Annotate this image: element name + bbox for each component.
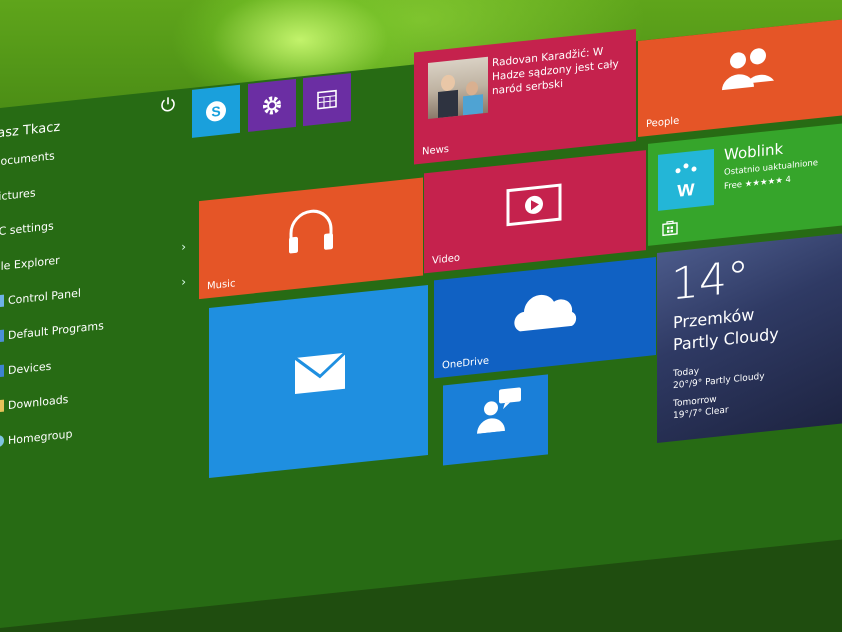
chevron-right-icon[interactable]: ›	[181, 239, 186, 254]
calendar-icon	[317, 89, 337, 110]
chevron-right-icon[interactable]: ›	[181, 274, 186, 289]
tile-skype[interactable]: S	[192, 84, 240, 138]
tile-label: Video	[432, 252, 461, 267]
tile-store-woblink[interactable]: w Woblink Ostatnio uaktualnione Free ★★★…	[648, 121, 842, 246]
woblink-logo-icon: w	[658, 148, 714, 211]
headphones-icon	[289, 209, 333, 254]
news-photo	[428, 56, 488, 120]
video-play-icon	[506, 183, 562, 227]
mail-envelope-icon	[294, 351, 346, 394]
menu-item-label: Pictures	[0, 185, 36, 204]
tile-messaging[interactable]	[443, 374, 548, 466]
svg-text:w: w	[676, 175, 695, 202]
menu-item-label: Devices	[8, 359, 52, 377]
store-bag-icon	[662, 220, 678, 237]
tile-label: Music	[207, 278, 236, 293]
weather-temperature: 14°	[671, 251, 749, 311]
menu-item-label: Downloads	[8, 392, 69, 412]
menu-item-label: File Explorer	[0, 253, 60, 274]
store-app-title: Woblink	[724, 139, 784, 164]
tile-mail[interactable]	[209, 285, 428, 479]
tile-weather[interactable]: 14° Przemków Partly Cloudy Today 20°/9° …	[657, 230, 842, 443]
skype-icon: S	[206, 101, 226, 122]
tile-label: OneDrive	[442, 355, 490, 372]
people-icon	[722, 48, 774, 91]
downloads-folder-icon	[0, 399, 4, 413]
svg-text:S: S	[211, 103, 220, 120]
tile-settings[interactable]	[248, 78, 296, 132]
default-programs-icon	[0, 329, 4, 343]
cloud-icon	[514, 294, 577, 332]
power-icon[interactable]	[160, 96, 176, 114]
tile-label: News	[422, 143, 450, 158]
tile-calendar[interactable]	[303, 73, 351, 127]
homegroup-icon	[0, 434, 4, 448]
tile-news[interactable]: Radovan Karadžić: W Hadze sądzony jest c…	[414, 29, 636, 165]
weather-today-label: Today	[673, 366, 700, 380]
store-app-rating: Free ★★★★★ 4	[724, 174, 791, 192]
start-screen: kasz Tkacz Documents Pictures PC setting…	[0, 0, 842, 632]
messaging-people-icon	[477, 387, 521, 434]
menu-item-label: Homegroup	[8, 426, 73, 447]
menu-item-label: Control Panel	[8, 285, 81, 307]
devices-icon	[0, 364, 4, 378]
control-panel-icon	[0, 294, 4, 308]
menu-item-label: Documents	[0, 148, 55, 169]
gear-icon	[263, 96, 281, 115]
menu-item-label: PC settings	[0, 218, 54, 239]
news-headline: Radovan Karadžić: W Hadze sądzony jest c…	[492, 45, 619, 98]
tile-label: People	[646, 115, 680, 131]
